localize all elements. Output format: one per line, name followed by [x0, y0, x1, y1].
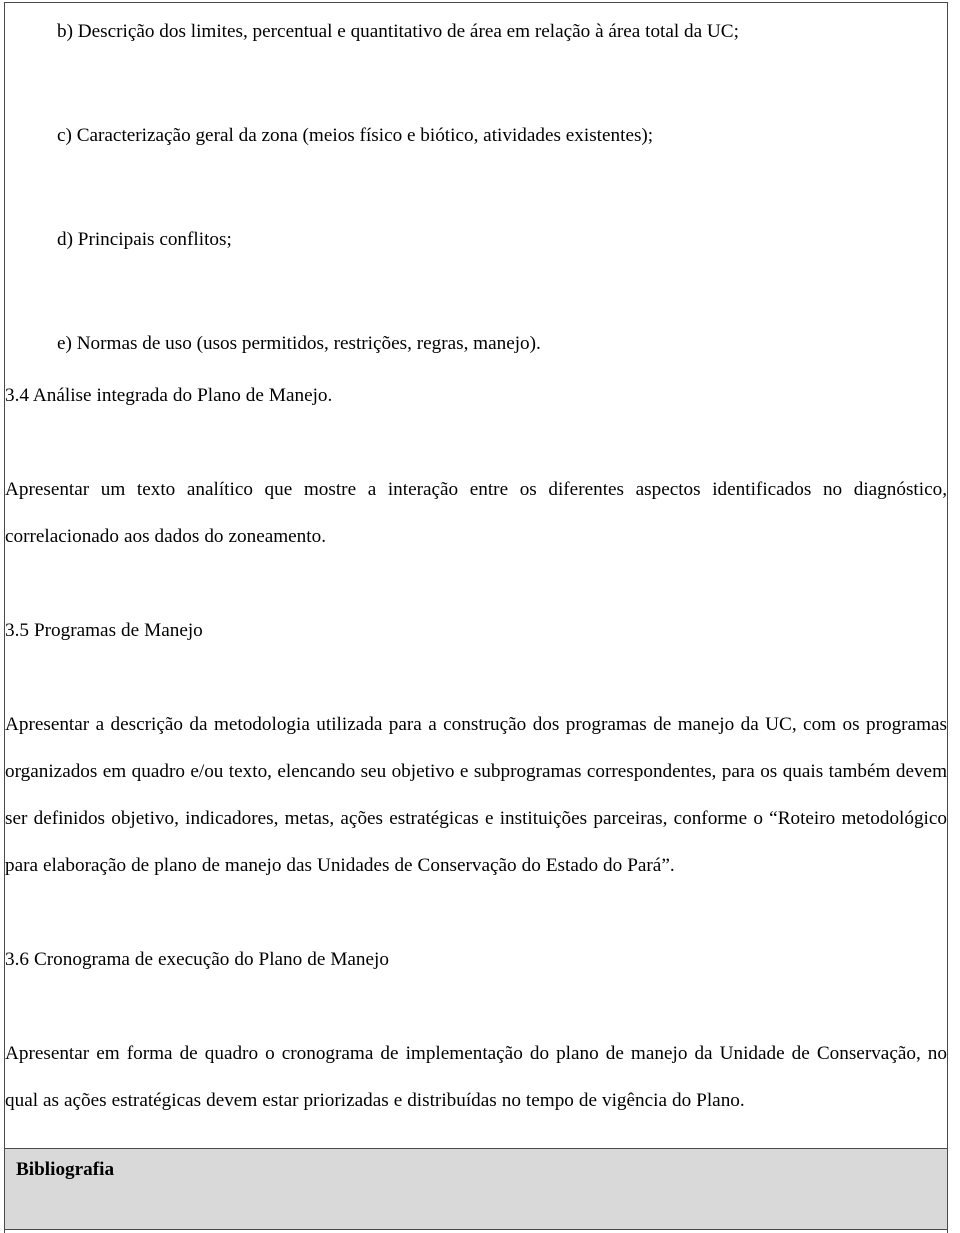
list-item-e: e) Normas de uso (usos permitidos, restr… [57, 333, 541, 354]
paragraph-spacer-4 [5, 889, 947, 936]
document-table-body: b) Descrição dos limites, percentual e q… [4, 2, 948, 1233]
cell-bottom-spacer [5, 1124, 947, 1148]
document-table: b) Descrição dos limites, percentual e q… [4, 2, 948, 1233]
table-row: Listar, segundo as normas técnicas, toda… [4, 1229, 948, 1233]
line-spacer [5, 268, 947, 315]
table-cell-bibliografia-heading: Bibliografia [4, 1148, 948, 1230]
paragraph-spacer-5 [5, 983, 947, 1030]
paragraph-3-6-body: Apresentar em forma de quadro o cronogra… [5, 1043, 947, 1111]
document-page: b) Descrição dos limites, percentual e q… [0, 0, 960, 1233]
line-spacer [5, 60, 947, 107]
paragraph-spacer-1 [5, 419, 947, 466]
table-cell-bibliografia-body: Listar, segundo as normas técnicas, toda… [4, 1229, 948, 1233]
shaded-heading-wrapper: Bibliografia [5, 1149, 947, 1229]
section-heading-3-4: 3.4 Análise integrada do Plano de Manejo… [5, 385, 333, 406]
table-cell-main-content: b) Descrição dos limites, percentual e q… [4, 2, 948, 1149]
paragraph-spacer-3 [5, 654, 947, 701]
table-row: Bibliografia [4, 1148, 948, 1230]
paragraph-spacer-2 [5, 560, 947, 607]
section-heading-3-5: 3.5 Programas de Manejo [5, 620, 203, 641]
list-item-b: b) Descrição dos limites, percentual e q… [57, 21, 739, 42]
paragraph-3-5-body: Apresentar a descrição da metodologia ut… [5, 714, 947, 876]
table-row: b) Descrição dos limites, percentual e q… [4, 2, 948, 1149]
line-spacer [5, 164, 947, 211]
section-heading-3-6: 3.6 Cronograma de execução do Plano de M… [5, 949, 389, 970]
paragraph-3-4-body: Apresentar um texto analítico que mostre… [5, 479, 947, 547]
heading-bibliografia: Bibliografia [16, 1159, 115, 1180]
list-item-d: d) Principais conflitos; [57, 229, 232, 250]
shaded-heading-spacer [16, 1184, 936, 1211]
list-item-c: c) Caracterização geral da zona (meios f… [57, 125, 654, 146]
